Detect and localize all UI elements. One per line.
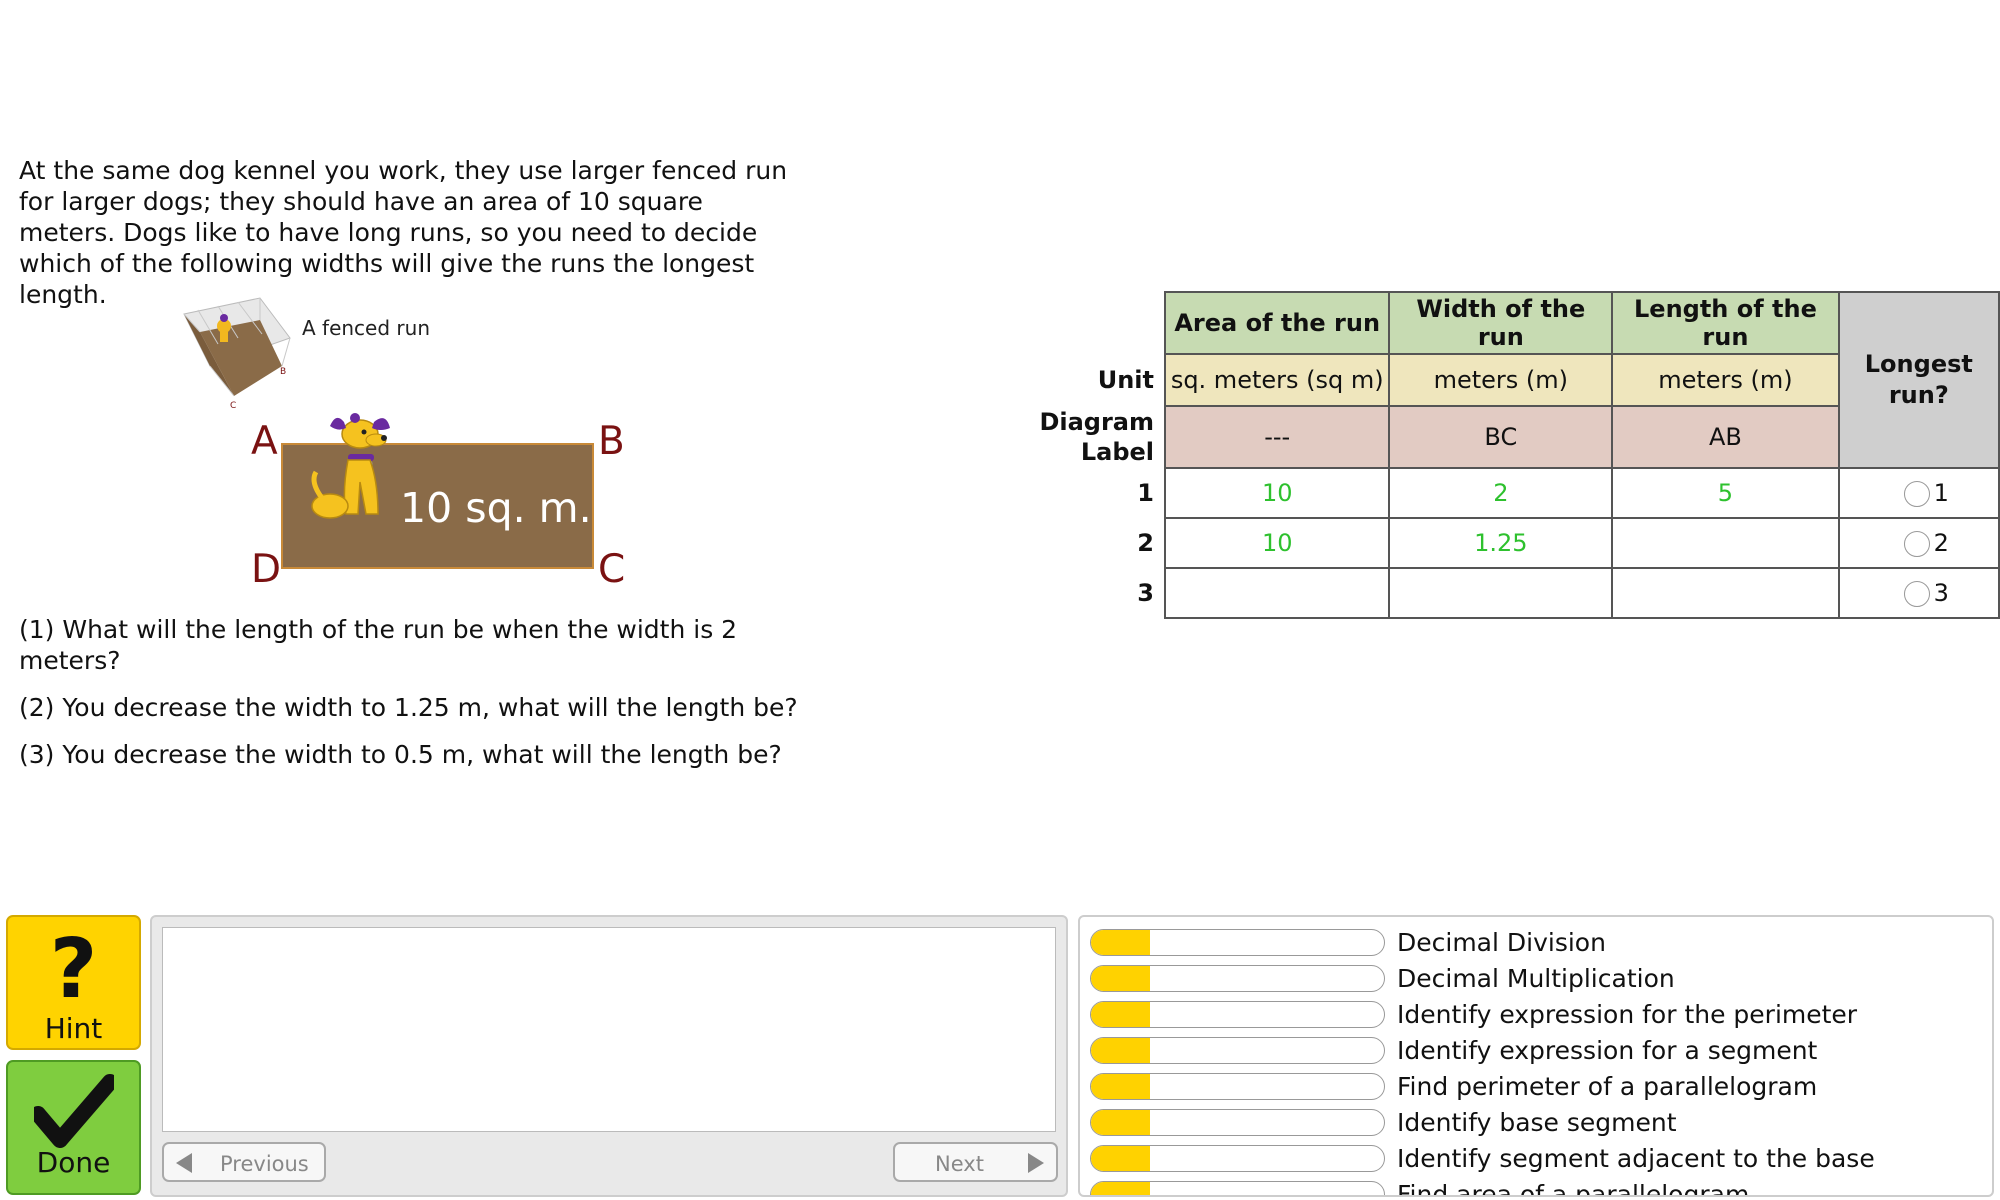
skill-progress-bar (1090, 1073, 1385, 1100)
row-number: 3 (1137, 579, 1154, 607)
left-arrow-icon (176, 1153, 192, 1173)
corner-label-d: D (251, 547, 282, 592)
radio-label-2: 2 (1933, 529, 1949, 557)
right-arrow-icon (1028, 1153, 1044, 1173)
diagram-length: AB (1611, 405, 1840, 469)
corner-label-c: C (598, 547, 626, 592)
skill-progress-fill (1091, 1110, 1150, 1135)
area-label: 10 sq. m. (400, 484, 592, 532)
unit-row-label: Unit (1097, 366, 1154, 394)
skill-progress-fill (1091, 1038, 1150, 1063)
unit-area: sq. meters (sq m) (1163, 353, 1391, 407)
skill-progress-fill (1091, 1074, 1150, 1099)
header-width: Width of the run (1388, 291, 1614, 355)
skill-name: Identify expression for a segment (1397, 1036, 1818, 1065)
skill-progress-bar (1090, 1145, 1385, 1172)
skill-progress-bar (1090, 1109, 1385, 1136)
radio-button-1[interactable] (1903, 481, 1930, 507)
skills-panel: Decimal Division Decimal Multiplication Id… (1078, 915, 1994, 1197)
row-2-width[interactable]: 1.25 (1388, 517, 1614, 569)
header-length: Length of the run (1611, 291, 1840, 355)
done-label: Done (36, 1146, 111, 1179)
fenced-run-thumbnail: B C (183, 297, 291, 410)
radio-label-1: 1 (1933, 479, 1949, 507)
unit-width: meters (m) (1388, 353, 1614, 407)
question-1: (1) What will the length of the run be w… (19, 615, 738, 675)
diagram-width: BC (1388, 405, 1614, 469)
row-2-length[interactable] (1611, 517, 1840, 569)
skill-name: Identify base segment (1397, 1108, 1677, 1137)
question-3: (3) You decrease the width to 0.5 m, wha… (19, 740, 782, 769)
hint-button[interactable]: ? Hint (6, 915, 141, 1050)
row-number: 2 (1137, 529, 1154, 557)
svg-text:C: C (230, 401, 236, 410)
row-number: 1 (1137, 479, 1154, 507)
skill-progress-fill (1091, 930, 1150, 955)
done-button[interactable]: Done (6, 1060, 141, 1195)
longest-run-label: Longest run? (1864, 350, 1973, 409)
skill-name: Find perimeter of a parallelogram (1397, 1072, 1818, 1101)
skill-name: Decimal Multiplication (1397, 964, 1675, 993)
diagram-row-label: Diagram Label (1034, 406, 1165, 468)
skill-progress-fill (1091, 1002, 1150, 1027)
diagram-label-text: Diagram Label (1039, 408, 1154, 466)
thumbnail-caption: A fenced run (302, 316, 430, 340)
radio-button-3[interactable] (1903, 581, 1930, 607)
problem-intro: At the same dog kennel you work, they us… (19, 156, 788, 309)
skill-progress-bar (1090, 1181, 1385, 1195)
corner-label-a: A (251, 419, 278, 464)
row-1-length[interactable]: 5 (1611, 467, 1840, 519)
row-3-area[interactable] (1163, 567, 1391, 619)
skill-progress-bar (1090, 965, 1385, 992)
row-3-longest[interactable]: 3 (1837, 567, 2000, 619)
skill-progress-fill (1091, 1146, 1150, 1171)
unit-length: meters (m) (1611, 353, 1840, 407)
table-row: 3 3 (1034, 567, 2000, 619)
table-row: 1 10 2 5 1 (1034, 467, 2000, 519)
hint-label: Hint (44, 1012, 103, 1045)
row-2-area[interactable]: 10 (1163, 517, 1391, 569)
question-2: (2) You decrease the width to 1.25 m, wh… (19, 693, 798, 722)
skill-progress-bar (1090, 929, 1385, 956)
diagram-area: --- (1163, 405, 1391, 469)
skill-name: Identify segment adjacent to the base (1397, 1144, 1875, 1173)
corner-label-b: B (598, 419, 625, 464)
radio-button-2[interactable] (1903, 531, 1930, 557)
header-area: Area of the run (1163, 291, 1391, 355)
dog-icon (311, 413, 390, 519)
previous-button[interactable]: Previous (162, 1142, 326, 1182)
message-box (162, 927, 1056, 1132)
next-label: Next (935, 1152, 984, 1176)
svg-text:B: B (280, 367, 286, 377)
run-table: Area of the run Width of the run Length … (1034, 291, 2000, 619)
skill-name: Decimal Division (1397, 928, 1606, 957)
skill-name: Find area of a parallelogram (1397, 1180, 1750, 1197)
skill-progress-fill (1091, 966, 1150, 991)
checkmark-icon (33, 1074, 114, 1148)
skill-progress-fill (1091, 1182, 1150, 1195)
skill-progress-bar (1090, 1001, 1385, 1028)
header-longest-run: Longest run? (1837, 291, 2000, 469)
row-2-longest[interactable]: 2 (1837, 517, 2000, 569)
skill-name: Identify expression for the perimeter (1397, 1000, 1858, 1029)
table-row: 2 10 1.25 2 (1034, 517, 2000, 569)
row-3-length[interactable] (1611, 567, 1840, 619)
radio-label-3: 3 (1933, 579, 1949, 607)
row-1-area[interactable]: 10 (1163, 467, 1391, 519)
skill-progress-bar (1090, 1037, 1385, 1064)
row-1-width[interactable]: 2 (1388, 467, 1614, 519)
question-mark-icon: ? (49, 922, 98, 1017)
row-1-longest[interactable]: 1 (1837, 467, 2000, 519)
row-3-width[interactable] (1388, 567, 1614, 619)
previous-label: Previous (220, 1152, 309, 1176)
next-button[interactable]: Next (893, 1142, 1058, 1182)
